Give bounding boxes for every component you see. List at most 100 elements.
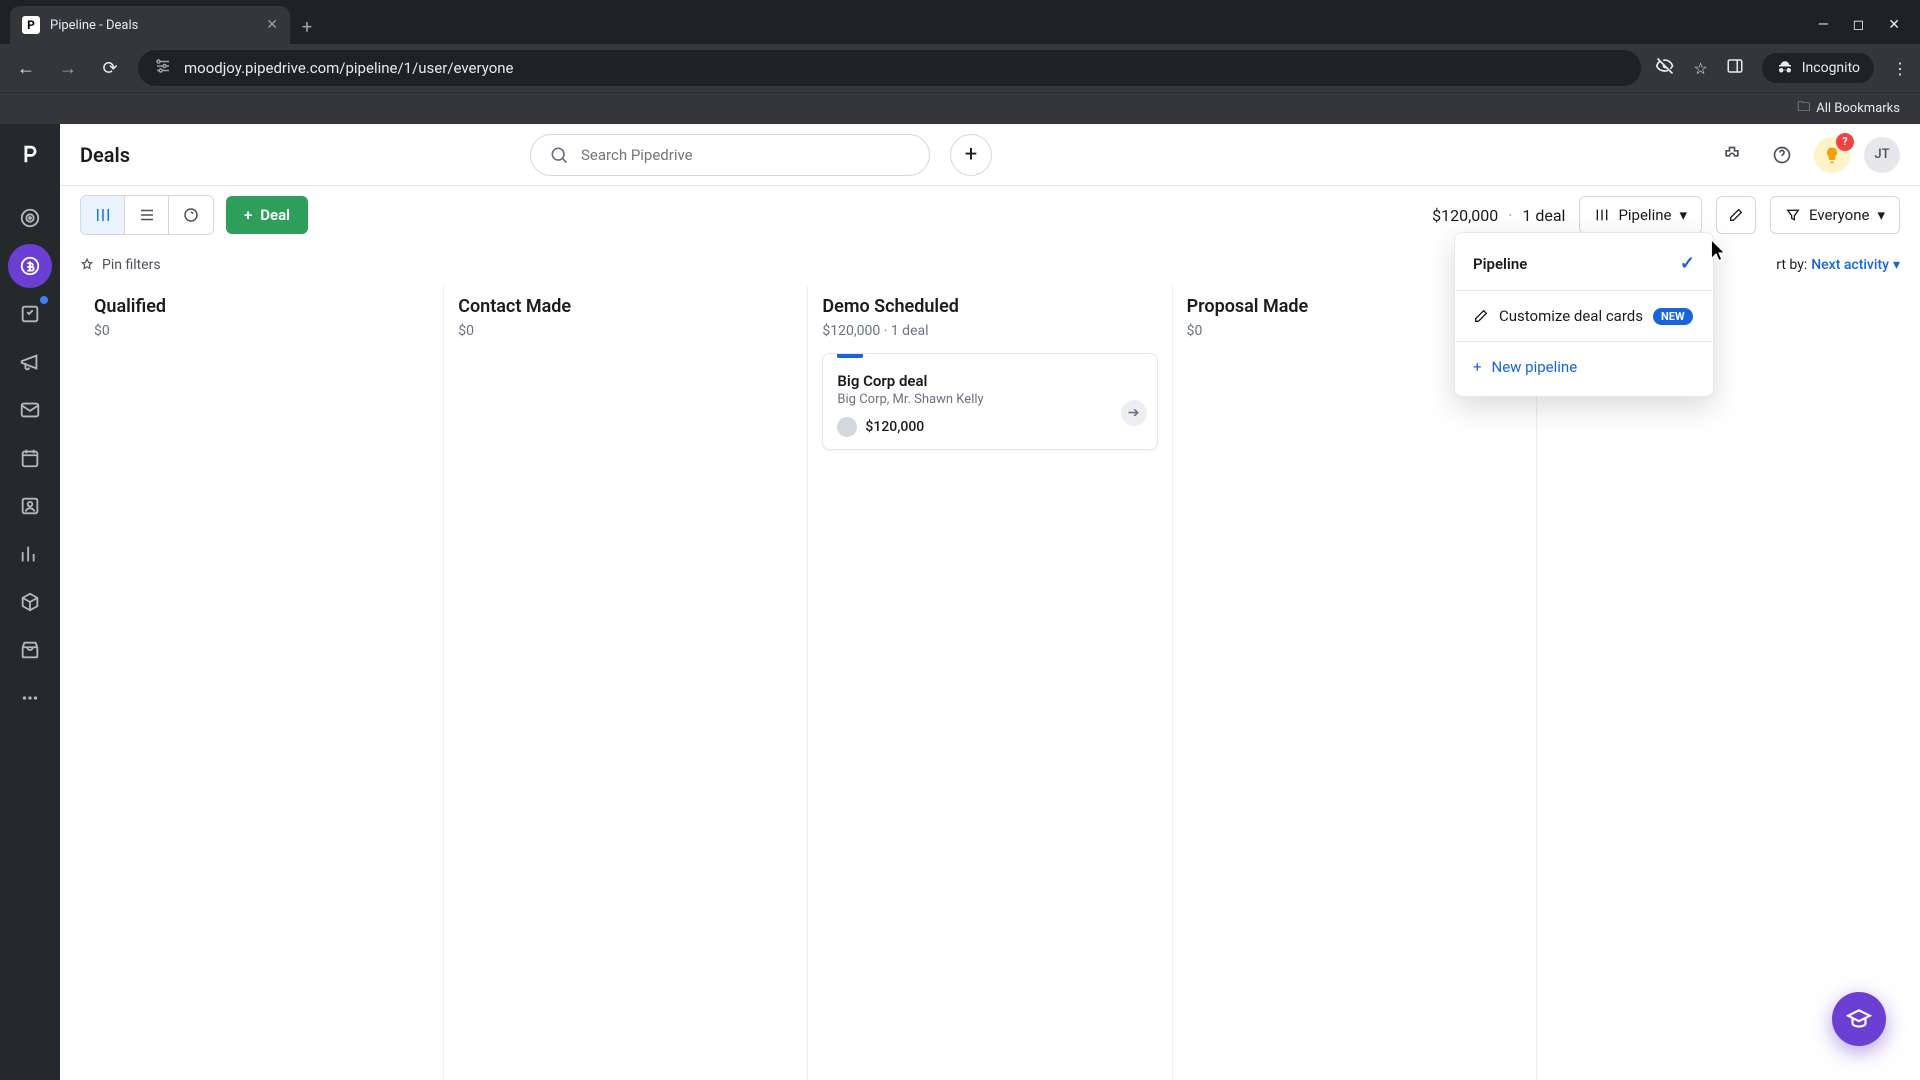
star-icon[interactable]: ☆ (1693, 59, 1707, 78)
incognito-icon (1776, 59, 1794, 77)
sidebar-item-leads[interactable] (8, 196, 52, 240)
sales-assistant-icon[interactable]: ? (1814, 137, 1850, 173)
maximize-icon[interactable]: ◻ (1853, 17, 1865, 33)
quick-add-button[interactable]: + (950, 134, 992, 176)
dropdown-item-new-pipeline[interactable]: + New pipeline (1455, 346, 1713, 388)
pin-icon (80, 258, 94, 272)
search-input[interactable] (581, 146, 911, 164)
new-badge: NEW (1653, 308, 1693, 325)
site-settings-icon[interactable] (154, 57, 172, 79)
address-bar: ← → ⟳ moodjoy.pipedrive.com/pipeline/1/u… (0, 44, 1920, 92)
app-root: Deals + ? JT (0, 124, 1920, 1080)
deal-card[interactable]: Big Corp deal Big Corp, Mr. Shawn Kelly … (822, 353, 1157, 450)
sort-by-selector[interactable]: rt by: Next activity ▾ (1776, 257, 1900, 273)
owner-filter[interactable]: Everyone ▾ (1770, 196, 1900, 234)
dropdown-item-pipeline[interactable]: Pipeline ✓ (1455, 241, 1713, 286)
sidebar-item-deals[interactable] (8, 244, 52, 288)
owner-avatar (837, 417, 857, 437)
academy-fab[interactable] (1832, 992, 1886, 1046)
plus-icon: + (1473, 358, 1482, 376)
column-started[interactable]: Started (1537, 286, 1900, 1080)
folder-icon: 🗀 (1797, 98, 1810, 120)
url-text: moodjoy.pipedrive.com/pipeline/1/user/ev… (184, 59, 514, 77)
summary-count: 1 deal (1522, 206, 1565, 225)
close-window-icon[interactable]: ✕ (1888, 17, 1900, 33)
browser-chrome: P Pipeline - Deals ✕ + — ◻ ✕ ← → ⟳ moodj… (0, 0, 1920, 124)
all-bookmarks-link[interactable]: All Bookmarks (1816, 101, 1900, 116)
column-proposal-made[interactable]: Proposal Made $0 (1173, 286, 1537, 1080)
back-button[interactable]: ← (12, 54, 40, 82)
chevron-down-icon: ▾ (1679, 206, 1687, 224)
pipeline-summary: $120,000 · 1 deal (1432, 206, 1565, 225)
dropdown-item-customize[interactable]: Customize deal cards NEW (1455, 295, 1713, 337)
toolbar: + Deal $120,000 · 1 deal Pipeline ▾ (60, 186, 1920, 244)
plus-icon: + (244, 206, 252, 224)
filter-icon (1785, 207, 1801, 223)
menu-icon[interactable]: ⋮ (1892, 59, 1908, 78)
tab-title: Pipeline - Deals (50, 18, 256, 33)
divider (1455, 341, 1713, 342)
deal-subtitle: Big Corp, Mr. Shawn Kelly (837, 392, 1142, 407)
bookmarks-bar: 🗀 All Bookmarks (0, 92, 1920, 124)
url-field[interactable]: moodjoy.pipedrive.com/pipeline/1/user/ev… (138, 50, 1641, 86)
sidebar-item-projects[interactable] (8, 292, 52, 336)
sort-by-value: Next activity (1811, 257, 1889, 273)
sidebar-item-mail[interactable] (8, 388, 52, 432)
sidebar-item-more[interactable] (8, 676, 52, 720)
view-switcher (80, 195, 214, 235)
chevron-down-icon: ▾ (1877, 206, 1885, 224)
user-avatar[interactable]: JT (1864, 137, 1900, 173)
sidebar-item-insights[interactable] (8, 532, 52, 576)
incognito-label: Incognito (1802, 60, 1860, 76)
add-deal-button[interactable]: + Deal (226, 196, 308, 234)
column-summary: $120,000 · 1 deal (822, 323, 1157, 339)
sidebar-item-marketplace[interactable] (8, 628, 52, 672)
column-qualified[interactable]: Qualified $0 (80, 286, 444, 1080)
column-contact-made[interactable]: Contact Made $0 (444, 286, 808, 1080)
topbar-right: ? JT (1714, 137, 1900, 173)
extensions-icon[interactable] (1714, 137, 1750, 173)
edit-pipeline-button[interactable] (1716, 196, 1756, 234)
main-content: Deals + ? JT (60, 124, 1920, 1080)
pipeline-selector-label: Pipeline (1618, 206, 1671, 224)
search-field[interactable] (530, 134, 930, 176)
panel-icon[interactable] (1726, 57, 1744, 79)
sidebar-item-products[interactable] (8, 580, 52, 624)
column-title: Demo Scheduled (822, 296, 1157, 317)
eye-off-icon[interactable] (1655, 56, 1675, 80)
favicon-icon: P (22, 16, 40, 34)
page-title: Deals (80, 143, 130, 167)
list-view-button[interactable] (125, 196, 169, 234)
forecast-view-button[interactable] (169, 196, 213, 234)
pin-filters-button[interactable]: Pin filters (80, 257, 161, 273)
notification-badge: ? (1836, 133, 1854, 151)
close-icon[interactable]: ✕ (266, 17, 278, 33)
pencil-icon (1473, 308, 1489, 324)
incognito-badge[interactable]: Incognito (1762, 53, 1874, 83)
browser-tab[interactable]: P Pipeline - Deals ✕ (10, 6, 290, 44)
address-bar-icons: ☆ Incognito ⋮ (1655, 53, 1908, 83)
add-deal-label: Deal (260, 206, 290, 224)
pipeline-icon (1594, 207, 1610, 223)
new-tab-button[interactable]: + (290, 10, 324, 44)
tab-bar: P Pipeline - Deals ✕ + — ◻ ✕ (0, 0, 1920, 44)
dropdown-item-label: Customize deal cards (1499, 307, 1643, 325)
sidebar-item-campaigns[interactable] (8, 340, 52, 384)
forward-button[interactable]: → (54, 54, 82, 82)
sidebar (0, 124, 60, 1080)
help-icon[interactable] (1764, 137, 1800, 173)
pipeline-view-button[interactable] (81, 196, 125, 234)
pipeline-selector[interactable]: Pipeline ▾ (1579, 196, 1702, 234)
dropdown-item-label: New pipeline (1492, 358, 1578, 376)
column-summary: $0 (458, 323, 793, 339)
sidebar-item-contacts[interactable] (8, 484, 52, 528)
search-icon (549, 145, 569, 165)
reload-button[interactable]: ⟳ (96, 54, 124, 82)
minimize-icon[interactable]: — (1818, 17, 1829, 33)
app-logo[interactable] (10, 134, 50, 174)
notification-dot (40, 296, 48, 304)
open-deal-icon[interactable]: ➔ (1121, 400, 1147, 426)
column-demo-scheduled[interactable]: Demo Scheduled $120,000 · 1 deal Big Cor… (808, 286, 1172, 1080)
sidebar-item-activities[interactable] (8, 436, 52, 480)
column-title: Qualified (94, 296, 429, 317)
